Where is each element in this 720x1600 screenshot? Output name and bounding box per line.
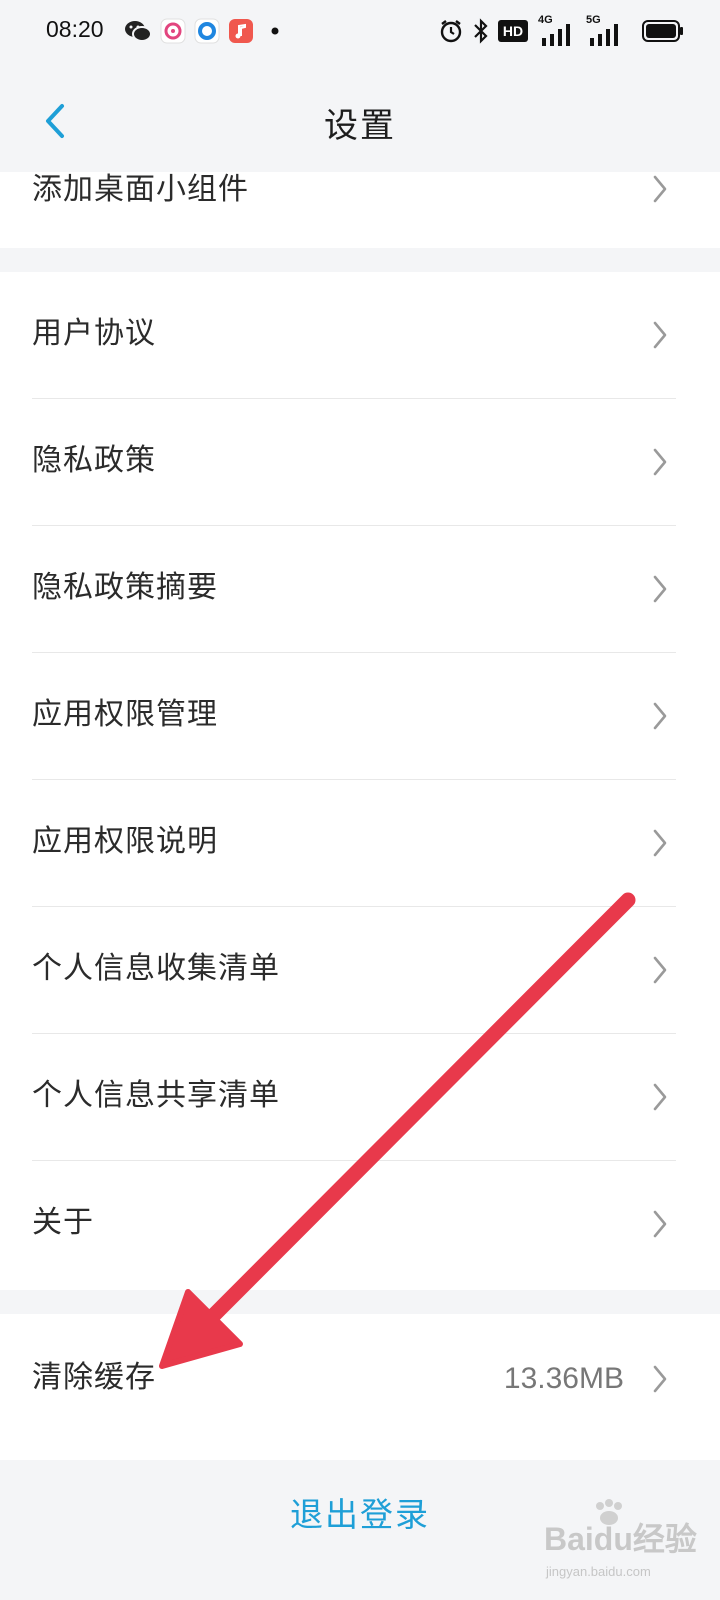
alarm-icon: [440, 20, 462, 43]
clear-cache-item[interactable]: 清除缓存 13.36MB: [0, 1314, 720, 1460]
chevron-right-icon: [653, 448, 667, 476]
more-dot-icon: [271, 27, 279, 35]
status-time: 08:20: [46, 16, 104, 42]
signal-4g-icon: 4G: [538, 14, 578, 48]
settings-item-label: 关于: [32, 1205, 94, 1240]
chevron-right-icon: [653, 1210, 667, 1238]
settings-list-item[interactable]: 用户协议: [0, 272, 720, 399]
settings-item-label: 隐私政策: [32, 443, 156, 478]
settings-section-cache: 清除缓存 13.36MB: [0, 1314, 720, 1460]
system-status-icons: HD 4G 5G: [420, 14, 720, 48]
browser-app-icon: [194, 18, 220, 44]
settings-list-item[interactable]: 隐私政策摘要: [0, 526, 720, 653]
settings-list-item[interactable]: 个人信息共享清单: [0, 1034, 720, 1161]
chevron-right-icon: [653, 1365, 667, 1393]
add-widget-item[interactable]: 添加桌面小组件: [0, 172, 720, 248]
settings-item-label: 用户协议: [32, 316, 156, 351]
settings-list-item[interactable]: 隐私政策: [0, 399, 720, 526]
chevron-right-icon: [653, 1083, 667, 1111]
navigation-bar: 设置: [0, 62, 720, 172]
watermark-main-text: Baidu经验: [544, 1521, 697, 1557]
signal-5g-icon: 5G: [584, 14, 626, 48]
hd-label: HD: [502, 23, 524, 39]
settings-section-widgets: 添加桌面小组件: [0, 172, 720, 248]
clear-cache-label: 清除缓存: [32, 1360, 156, 1395]
hd-icon: HD: [498, 20, 528, 42]
settings-item-label: 个人信息收集清单: [32, 951, 280, 986]
settings-item-label: 个人信息共享清单: [32, 1078, 280, 1113]
chevron-right-icon: [653, 702, 667, 730]
add-widget-label: 添加桌面小组件: [32, 172, 249, 207]
camera-app-icon: [160, 18, 186, 44]
page-title: 设置: [324, 106, 396, 146]
music-app-icon: [229, 19, 253, 43]
settings-list-item[interactable]: 应用权限管理: [0, 653, 720, 780]
chevron-right-icon: [653, 956, 667, 984]
chevron-right-icon: [653, 321, 667, 349]
settings-list-item[interactable]: 应用权限说明: [0, 780, 720, 907]
settings-list: 用户协议隐私政策隐私政策摘要 应用权限管理 应用权限说明个人信息收集清单 个人信息共享…: [0, 272, 720, 1290]
chevron-right-icon: [653, 829, 667, 857]
cache-size-value: 13.36MB: [503, 1362, 624, 1395]
settings-list-item[interactable]: 关于: [0, 1161, 720, 1288]
chevron-right-icon: [653, 175, 667, 203]
chevron-right-icon: [653, 575, 667, 603]
bluetooth-icon: [474, 18, 488, 44]
settings-item-label: 应用权限管理: [32, 697, 218, 732]
watermark-url: jingyan.baidu.com: [546, 1564, 651, 1579]
battery-icon: [642, 20, 683, 42]
status-bar: 08:20 HD 4G 5G: [0, 0, 720, 62]
settings-item-label: 应用权限说明: [32, 824, 218, 859]
settings-item-label: 隐私政策摘要: [32, 570, 218, 605]
wechat-icon: [125, 21, 152, 42]
settings-list-item[interactable]: 个人信息收集清单: [0, 907, 720, 1034]
baidu-jingyan-watermark: Baidu经验 jingyan.baidu.com: [544, 1499, 720, 1600]
